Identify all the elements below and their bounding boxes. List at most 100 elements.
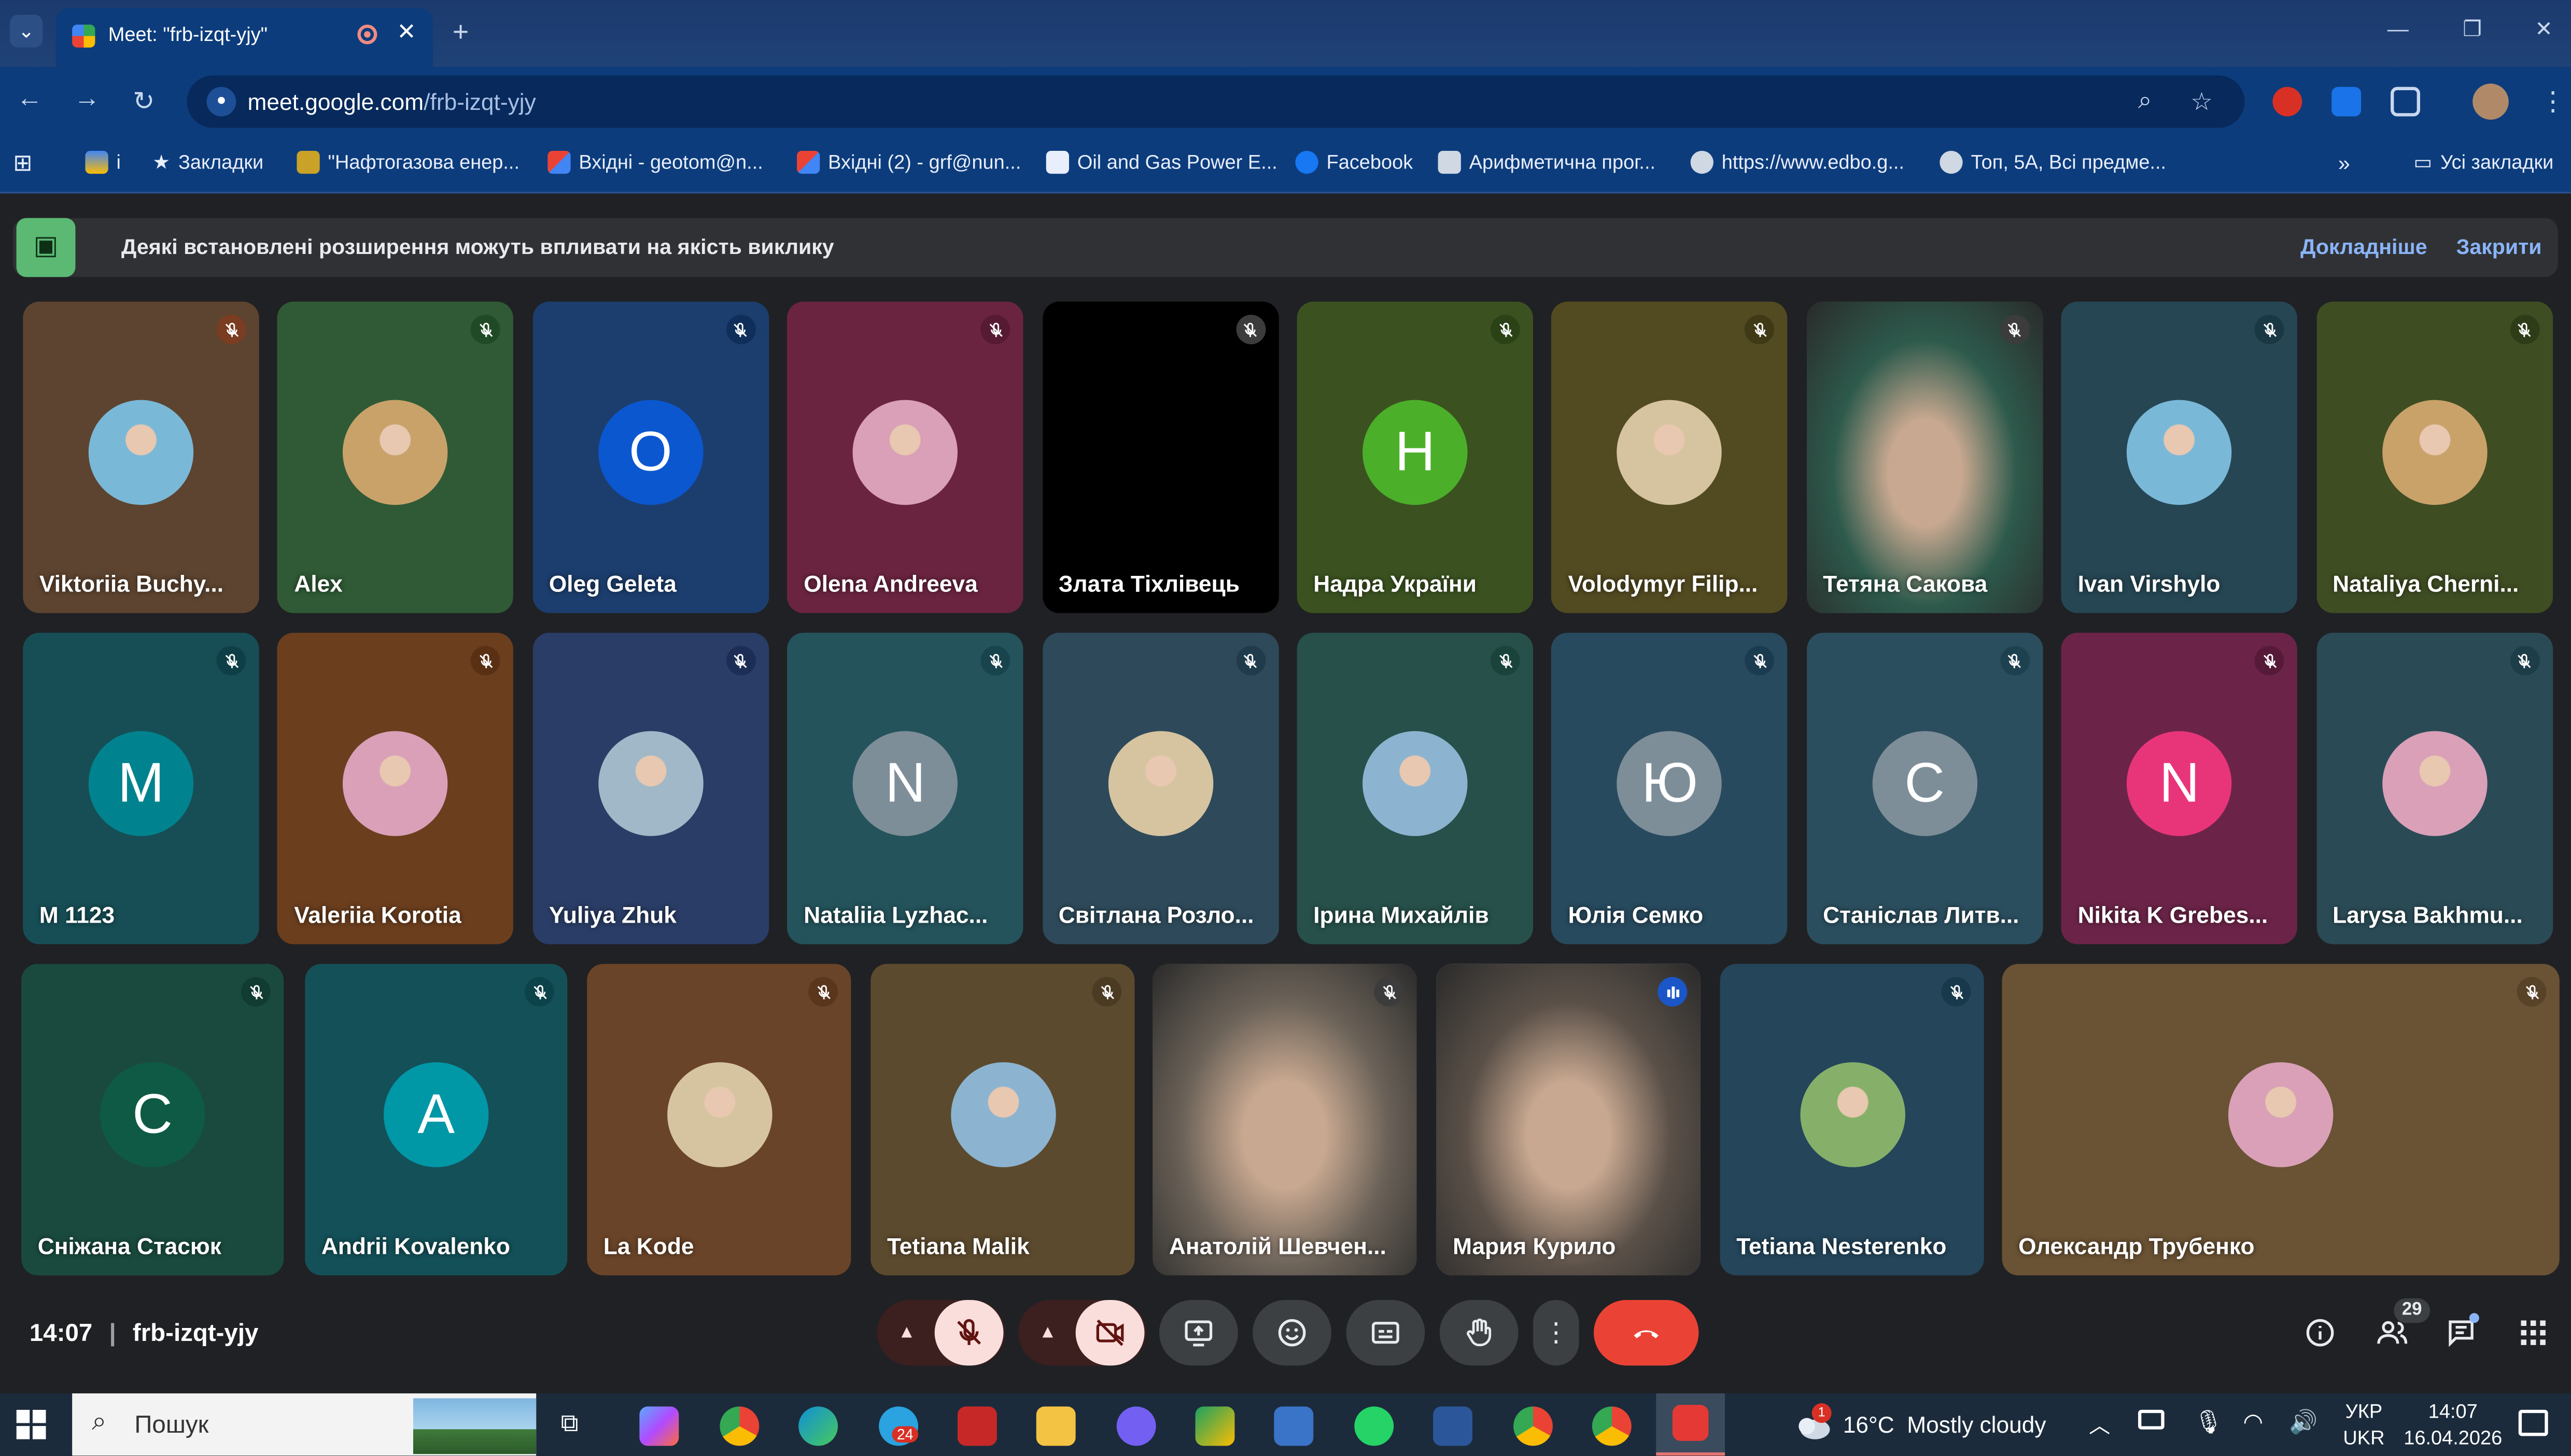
participant-tile[interactable]: Viktoriia Buchy... (23, 301, 259, 613)
forward-icon[interactable]: → (74, 85, 100, 115)
participant-tile[interactable]: Тетяна Сакова (1806, 301, 2043, 613)
participant-tile[interactable]: N Nikita K Grebes... (2061, 632, 2298, 944)
file-explorer-icon[interactable] (1036, 1406, 1076, 1446)
site-microphone-icon[interactable]: ● (206, 87, 236, 117)
participant-tile[interactable]: A Andrii Kovalenko (305, 964, 568, 1276)
learn-more-link[interactable]: Докладніше (2300, 234, 2427, 259)
participant-tile[interactable]: С Сніжана Стасюк (21, 964, 284, 1276)
wifi-icon[interactable]: ◠ (2243, 1408, 2263, 1436)
whatsapp-icon[interactable] (1354, 1406, 1394, 1446)
bookmarks-overflow-icon[interactable]: » (2338, 151, 2350, 175)
taskbar-clock[interactable]: 14:07 16.04.2026 (2400, 1398, 2505, 1451)
present-screen-button[interactable] (1159, 1299, 1238, 1366)
chat-button[interactable] (2444, 1313, 2481, 1353)
bookmark-item[interactable]: Вхідні (2) - grf@nun... (797, 150, 1021, 174)
participant-tile[interactable]: Nataliya Cherni... (2316, 301, 2552, 613)
people-button[interactable]: 29 (2374, 1298, 2430, 1353)
more-options-button[interactable]: ⋮ (1533, 1299, 1579, 1366)
bookmark-item[interactable]: і (85, 150, 121, 174)
extensions-puzzle-icon[interactable] (2391, 87, 2420, 117)
bookmark-item[interactable]: "Нафтогазова енер... (297, 150, 519, 174)
activities-button[interactable] (2517, 1317, 2550, 1349)
bookmark-item[interactable]: Oil and Gas Power E... (1046, 150, 1277, 174)
camera-options-chevron-icon[interactable]: ▲ (1020, 1323, 1076, 1342)
chrome-icon[interactable] (720, 1406, 760, 1446)
participant-tile[interactable]: H Надра України (1297, 301, 1534, 613)
back-icon[interactable]: ← (17, 85, 43, 115)
participant-tile[interactable]: Злата Тіхлівець (1042, 301, 1279, 613)
apps-grid-icon[interactable]: ⊞ (13, 149, 32, 177)
windows-start-icon[interactable] (16, 1409, 46, 1439)
task-view-icon[interactable]: ⧉ (561, 1410, 579, 1438)
microphone-toggle-button[interactable] (934, 1299, 1004, 1366)
participant-tile[interactable]: O Oleg Geleta (532, 301, 769, 613)
participant-tile[interactable]: Tetiana Nesterenko (1720, 964, 1984, 1276)
participant-tile[interactable]: Olena Andreeva (787, 301, 1024, 613)
participant-tile[interactable]: Олександр Трубенко (2002, 964, 2560, 1276)
volume-icon[interactable]: 🔊 (2289, 1408, 2317, 1436)
close-banner-button[interactable]: Закрити (2456, 234, 2542, 259)
participant-tile[interactable]: С Станіслав Литв... (1806, 632, 2043, 944)
extension-blue-icon[interactable] (2331, 87, 2362, 117)
google-meet-app-icon[interactable] (1195, 1406, 1235, 1446)
camera-toggle-button[interactable] (1075, 1299, 1145, 1366)
participant-tile[interactable]: Volodymyr Filip... (1552, 301, 1788, 613)
address-bar[interactable]: ● meet.google.com/frb-izqt-yjy ⌕ ☆ (187, 75, 2245, 128)
active-app-screen-recorder[interactable] (1656, 1393, 1725, 1456)
tab-search-icon[interactable]: ⌄ (9, 15, 43, 48)
reload-icon[interactable]: ↻ (133, 85, 154, 118)
copilot-icon[interactable] (639, 1406, 679, 1446)
word-icon[interactable] (1433, 1406, 1473, 1446)
profile-avatar[interactable] (2472, 83, 2509, 120)
reactions-button[interactable] (1253, 1299, 1332, 1366)
bookmark-item[interactable]: https://www.edbo.g... (1690, 150, 1904, 174)
tray-chevron-icon[interactable]: ︿ (2089, 1408, 2110, 1439)
participant-tile[interactable]: Ivan Virshylo (2061, 301, 2298, 613)
captions-button[interactable] (1346, 1299, 1425, 1366)
bookmark-item[interactable]: Вхідні - geotom@n... (547, 150, 763, 174)
participant-tile[interactable]: N Nataliia Lyzhac... (787, 632, 1024, 944)
minimize-window-icon[interactable]: — (2387, 17, 2409, 41)
bookmark-folder-zakladky[interactable]: ★ Закладки (152, 151, 263, 174)
bookmark-facebook[interactable]: Facebook (1295, 150, 1413, 174)
participant-tile[interactable]: M M 1123 (23, 632, 259, 944)
microphone-options-chevron-icon[interactable]: ▲ (879, 1323, 935, 1342)
leave-call-button[interactable] (1594, 1299, 1699, 1366)
browser-tab-meet[interactable]: Meet: "frb-izqt-yjy" ✕ (55, 8, 433, 67)
zoom-icon[interactable]: ⌕ (2138, 87, 2152, 115)
viber-icon[interactable] (1116, 1406, 1156, 1446)
chrome-profile-2-icon[interactable] (1513, 1406, 1553, 1446)
battery-icon[interactable] (2138, 1409, 2165, 1430)
participant-tile[interactable]: Ірина Михайлів (1297, 632, 1534, 944)
bookmark-item[interactable]: Арифметична прог... (1438, 150, 1655, 174)
tab-close-icon[interactable]: ✕ (397, 18, 416, 46)
meeting-details-button[interactable] (2303, 1317, 2336, 1349)
new-tab-button[interactable]: + (453, 17, 469, 49)
input-language-switcher[interactable]: УКР UKR (2343, 1398, 2384, 1451)
pdf-reader-icon[interactable] (957, 1406, 997, 1446)
weather-cloud-icon[interactable]: 1 (1791, 1403, 1833, 1443)
participant-tile[interactable]: Larysa Bakhmu... (2316, 632, 2552, 944)
participant-tile[interactable]: Valeriia Korotia (277, 632, 514, 944)
participant-tile[interactable]: Мария Курило (1436, 964, 1701, 1276)
microphone-tray-icon[interactable]: 🎙 (2194, 1408, 2223, 1436)
taskbar-search-box[interactable]: ⌕ Пошук (72, 1393, 537, 1456)
all-bookmarks-folder[interactable]: ▭ Усі закладки (2413, 151, 2553, 174)
bookmark-star-icon[interactable]: ☆ (2190, 87, 2213, 117)
participant-tile[interactable]: Yuliya Zhuk (532, 632, 769, 944)
participant-tile[interactable]: Alex (277, 301, 514, 613)
extension-red-icon[interactable] (2272, 87, 2302, 117)
telegram-icon[interactable]: 24 (879, 1406, 919, 1446)
participant-tile[interactable]: Анатолій Шевчен... (1153, 964, 1417, 1276)
save-disk-icon[interactable] (1274, 1406, 1314, 1446)
restore-window-icon[interactable]: ❐ (2463, 17, 2482, 43)
edge-icon[interactable] (798, 1406, 838, 1446)
close-window-icon[interactable]: ✕ (2535, 17, 2552, 43)
notification-center-icon[interactable] (2518, 1409, 2548, 1436)
participant-tile[interactable]: Світлана Розло... (1042, 632, 1279, 944)
browser-menu-icon[interactable]: ⋮ (2540, 85, 2566, 118)
raise-hand-button[interactable] (1439, 1299, 1519, 1366)
chrome-profile-3-icon[interactable] (1592, 1406, 1632, 1446)
participant-tile[interactable]: La Kode (587, 964, 851, 1276)
participant-tile[interactable]: Tetiana Malik (870, 964, 1135, 1276)
